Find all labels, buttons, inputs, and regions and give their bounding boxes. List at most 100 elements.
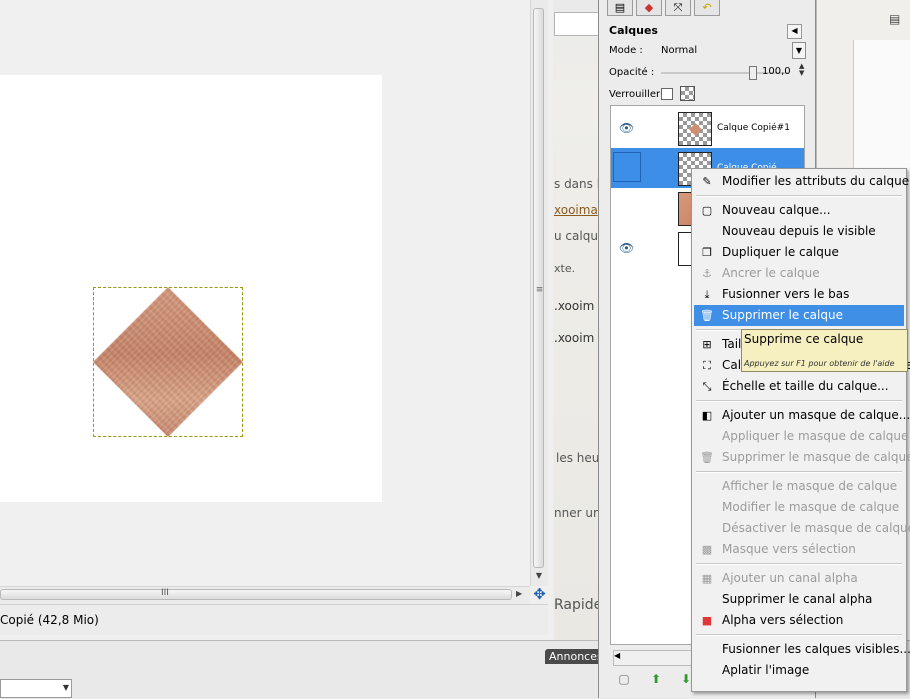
menu-item-label: Ancrer le calque <box>722 266 820 280</box>
menu-item[interactable]: ✎ Modifier les attributs du calque... <box>694 171 910 192</box>
menu-separator <box>696 634 902 636</box>
background-text: les heu <box>556 451 600 465</box>
bottom-combo[interactable]: ▼ <box>0 679 72 698</box>
vertical-scroll-thumb[interactable]: ≡ <box>533 8 544 568</box>
layer-context-menu: ✎ Modifier les attributs du calque... ▢ Nou… <box>691 168 910 692</box>
image-window: ≡ ▼ III ▶ ✥ Copié (42,8 Mio) <box>0 0 553 640</box>
status-text: Copié (42,8 Mio) <box>0 613 99 627</box>
new-page-icon: ▢ <box>701 204 713 217</box>
alpha-icon: ▦ <box>701 572 713 585</box>
menu-item[interactable]: ■ Alpha vers sélection <box>694 610 904 631</box>
background-text: nner ur <box>554 506 598 520</box>
background-text: xte. <box>554 262 576 275</box>
paths-tab-icon[interactable]: ⤧ <box>665 0 691 16</box>
menu-item-label: Échelle et taille du calque... <box>722 379 889 393</box>
menu-item[interactable]: Nouveau depuis le visible <box>694 221 904 242</box>
menu-item[interactable]: ⤓ Fusionner vers le bas <box>694 284 904 305</box>
scroll-down-arrow-icon[interactable]: ▼ <box>534 571 544 580</box>
menu-item-label: Afficher le masque de calque <box>722 479 898 493</box>
opacity-slider-handle[interactable] <box>749 66 757 80</box>
menu-item[interactable]: Modifier le masque de calque <box>694 497 904 518</box>
eye-icon[interactable]: 👁 <box>619 241 634 255</box>
layer-thumbnail <box>678 112 712 146</box>
tab-menu-icon[interactable]: ◀ <box>787 24 802 39</box>
spin-arrows-icon[interactable]: ▲ ▼ <box>799 63 804 77</box>
menu-separator <box>696 195 902 197</box>
canvas-area <box>0 0 530 586</box>
channels-tab-icon[interactable]: ◆ <box>636 0 662 16</box>
menu-item-label: Dupliquer le calque <box>722 245 839 259</box>
menu-separator <box>696 400 902 402</box>
scroll-right-arrow-icon[interactable]: ▶ <box>516 589 522 598</box>
undo-tab-icon[interactable]: ↶ <box>694 0 720 16</box>
toolbar-icon[interactable]: ▤ <box>889 12 903 32</box>
background-text: s dans l <box>554 177 601 191</box>
opacity-value[interactable]: 100,0 <box>762 66 792 77</box>
tooltip-hint: Appuyez sur F1 pour obtenir de l'aide <box>744 359 895 368</box>
menu-item-label: Supprimer le canal alpha <box>722 592 873 606</box>
diamond-layer-image <box>93 287 243 437</box>
scroll-grip-icon: ≡ <box>535 285 544 295</box>
menu-item-label: Fusionner vers le bas <box>722 287 850 301</box>
panel-title: Calques <box>609 24 658 37</box>
tooltip-title: Supprime ce calque <box>744 332 864 346</box>
chevron-down-icon[interactable]: ▼ <box>792 42 806 59</box>
menu-separator <box>696 563 902 565</box>
duplicate-icon: ❐ <box>702 246 712 259</box>
menu-item[interactable]: 🗑 Supprimer le masque de calque <box>694 447 910 468</box>
mask-selection-icon: ▩ <box>701 543 713 556</box>
menu-item-label: Fusionner les calques visibles... <box>722 642 910 656</box>
layers-tab-icon[interactable]: ▤ <box>607 0 633 16</box>
menu-item[interactable]: ▢ Nouveau calque... <box>694 200 904 221</box>
background-text: .xooim <box>554 331 595 345</box>
layer-row[interactable]: 👁 Calque Copié#1 <box>611 108 804 148</box>
menu-item[interactable]: ⤡ Échelle et taille du calque... <box>694 376 904 397</box>
image-canvas[interactable] <box>0 75 382 502</box>
scale-icon: ⤡ <box>702 380 712 393</box>
menu-item[interactable]: ▦ Ajouter un canal alpha <box>694 568 904 589</box>
layers-horizontal-scrollbar[interactable]: ◀ <box>613 650 695 666</box>
pencil-icon: ✎ <box>702 175 712 188</box>
menu-item-label: Appliquer le masque de calque <box>722 429 909 443</box>
add-mask-icon: ◧ <box>701 409 713 422</box>
menu-item[interactable]: 🗑 Supprimer le calque <box>694 305 904 326</box>
horizontal-scroll-thumb[interactable]: III <box>0 588 512 600</box>
menu-item-label: Alpha vers sélection <box>722 613 844 627</box>
menu-item[interactable]: Appliquer le masque de calque <box>694 426 908 447</box>
visibility-toggle[interactable] <box>613 152 641 182</box>
menu-item[interactable]: ⚓ Ancrer le calque <box>694 263 904 284</box>
tooltip: Supprime ce calque Appuyez sur F1 pour o… <box>741 329 908 372</box>
opacity-label: Opacité : <box>609 67 655 78</box>
menu-item-label: Supprimer le calque <box>722 308 843 322</box>
menu-item-label: Nouveau calque... <box>722 203 831 217</box>
menu-item-label: Modifier le masque de calque <box>722 500 900 514</box>
trash-icon: 🗑 <box>700 309 714 322</box>
navigate-icon[interactable]: ✥ <box>531 586 548 603</box>
eye-icon[interactable]: 👁 <box>619 121 634 135</box>
menu-item[interactable]: Afficher le masque de calque <box>694 476 904 497</box>
resize-icon: ⊞ <box>702 338 712 351</box>
menu-item[interactable]: Désactiver le masque de calque <box>694 518 910 539</box>
status-bar: Copié (42,8 Mio) <box>0 604 548 635</box>
menu-item[interactable]: ▩ Masque vers sélection <box>694 539 904 560</box>
layer-name[interactable]: Calque Copié#1 <box>717 123 790 133</box>
alpha-selection-icon: ■ <box>701 614 713 627</box>
lock-pixels-checkbox[interactable] <box>661 88 673 100</box>
new-layer-icon[interactable]: ▢ <box>617 672 631 686</box>
menu-item-label: Nouveau depuis le visible <box>722 224 876 238</box>
layer-boundary[interactable] <box>93 287 243 437</box>
menu-item[interactable]: Aplatir l'image <box>694 660 904 681</box>
mode-value[interactable]: Normal <box>661 45 697 56</box>
merge-down-icon: ⤓ <box>704 288 710 301</box>
menu-item[interactable]: ❐ Dupliquer le calque <box>694 242 904 263</box>
menu-item[interactable]: Fusionner les calques visibles... <box>694 639 910 660</box>
lock-label: Verrouiller : <box>609 89 667 100</box>
horizontal-scrollbar[interactable]: III ▶ <box>0 586 530 604</box>
menu-item-label: Désactiver le masque de calque <box>722 521 910 535</box>
vertical-scrollbar[interactable]: ≡ ▼ <box>530 0 548 586</box>
menu-item[interactable]: ◧ Ajouter un masque de calque... <box>694 405 910 426</box>
background-text: .xooim <box>554 299 595 313</box>
menu-item[interactable]: Supprimer le canal alpha <box>694 589 904 610</box>
lock-alpha-icon[interactable] <box>680 86 695 101</box>
raise-layer-icon[interactable]: ⬆ <box>649 672 663 686</box>
